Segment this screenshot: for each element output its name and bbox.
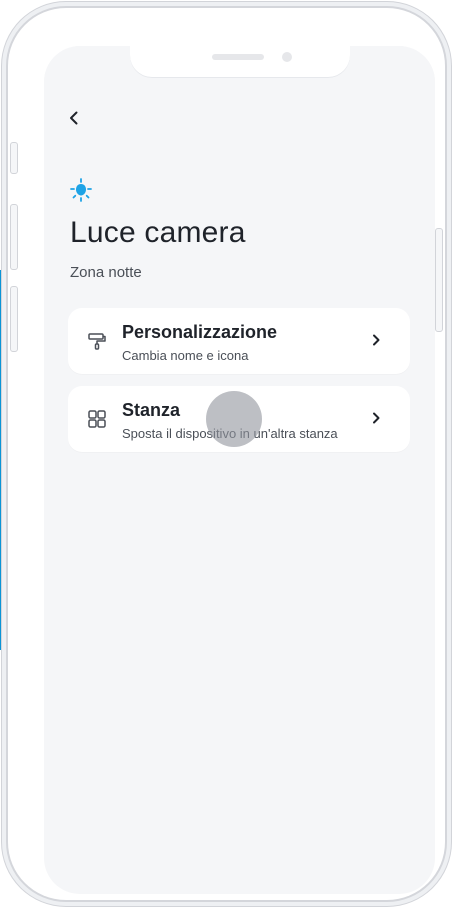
- personalization-subtitle: Cambia nome e icona: [122, 348, 249, 363]
- phone-power-button: [435, 228, 443, 332]
- notch-speaker: [212, 54, 264, 60]
- notch-camera: [282, 52, 292, 62]
- room-title: Stanza: [122, 400, 181, 420]
- room-card[interactable]: Stanza Sposta il dispositivo in un'altra…: [68, 386, 410, 452]
- phone-notch: [130, 46, 350, 78]
- light-bulb-icon: [70, 178, 92, 202]
- chevron-right-icon: [373, 334, 380, 346]
- personalization-card[interactable]: Personalizzazione Cambia nome e icona: [68, 308, 410, 374]
- back-button[interactable]: [62, 106, 86, 130]
- chevron-left-icon: [70, 111, 78, 125]
- paint-roller-icon: [88, 333, 106, 350]
- device-zone: Zona notte: [70, 264, 142, 281]
- chevron-right-icon: [373, 412, 380, 424]
- phone-frame: Luce camera Zona notte Personalizzazione…: [8, 8, 445, 900]
- phone-side-button: [10, 142, 18, 174]
- app-screen: Luce camera Zona notte Personalizzazione…: [44, 46, 435, 894]
- grid-icon: [88, 410, 106, 428]
- personalization-title: Personalizzazione: [122, 322, 278, 342]
- room-subtitle: Sposta il dispositivo in un'altra stanza: [122, 426, 338, 441]
- phone-volume-up-button: [10, 204, 18, 270]
- device-name: Luce camera: [70, 216, 246, 249]
- phone-volume-down-button: [10, 286, 18, 352]
